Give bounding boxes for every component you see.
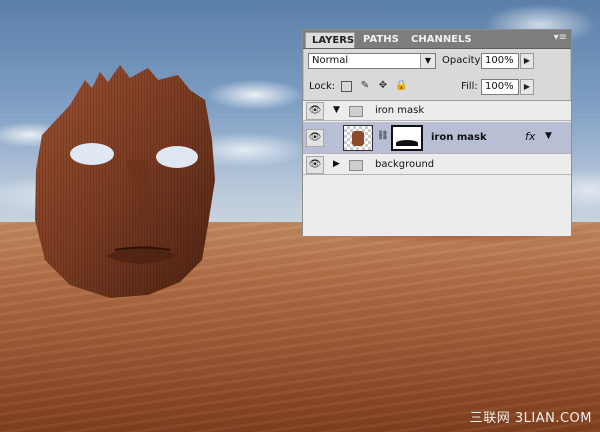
lock-label: Lock: <box>309 81 336 92</box>
layer-thumbnail <box>343 125 373 151</box>
layers-list: 👁 ▼ iron mask 👁 ⛓ iron mask fx ▼ 👁 ▶ bac… <box>303 100 571 236</box>
layer-row-iron-mask[interactable]: 👁 ⛓ iron mask fx ▼ <box>303 122 571 154</box>
panel-menu-icon[interactable]: ▾≡ <box>554 32 567 43</box>
chevron-down-icon[interactable]: ▼ <box>545 131 552 141</box>
layer-name: iron mask <box>375 105 425 116</box>
lock-paint-icon[interactable]: ✎ <box>359 80 371 92</box>
collapse-triangle-icon[interactable]: ▶ <box>333 159 340 169</box>
layer-name: background <box>375 159 435 170</box>
tab-channels[interactable]: CHANNELS <box>405 32 473 48</box>
blend-mode-dropdown[interactable]: Normal ▼ <box>308 53 436 69</box>
folder-icon <box>349 160 363 171</box>
fx-icon[interactable]: fx <box>525 130 535 143</box>
eye-icon[interactable]: 👁 <box>306 156 324 174</box>
opacity-label: Opacity: <box>442 55 484 66</box>
folder-icon <box>349 106 363 117</box>
opacity-input[interactable]: 100% <box>481 53 519 69</box>
layers-panel: LAYERS PATHS CHANNELS ▾≡ Normal ▼ Opacit… <box>302 29 572 236</box>
blend-mode-value: Normal <box>312 55 349 66</box>
lock-all-icon[interactable]: 🔒 <box>395 80 407 92</box>
lock-transparency-icon[interactable] <box>341 81 352 92</box>
iron-mask-image <box>35 65 215 298</box>
fill-label: Fill: <box>461 81 478 92</box>
layer-row-group-background[interactable]: 👁 ▶ background <box>303 155 571 175</box>
fill-input[interactable]: 100% <box>481 79 519 95</box>
watermark-text: 三联网 3LIAN.COM <box>469 411 592 426</box>
layer-row-group-iron-mask[interactable]: 👁 ▼ iron mask <box>303 101 571 121</box>
tab-layers[interactable]: LAYERS <box>305 32 355 48</box>
eye-icon[interactable]: 👁 <box>306 102 324 120</box>
panel-tab-bar: LAYERS PATHS CHANNELS ▾≡ <box>303 30 571 49</box>
chevron-down-icon[interactable]: ▼ <box>420 54 435 68</box>
fill-slider-arrow[interactable]: ▶ <box>520 79 534 95</box>
layer-mask-thumbnail[interactable] <box>391 125 423 151</box>
panel-fade <box>303 176 571 236</box>
layer-name: iron mask <box>431 132 487 143</box>
expand-triangle-icon[interactable]: ▼ <box>333 105 340 115</box>
tab-paths[interactable]: PATHS <box>357 32 403 48</box>
mask-link-icon[interactable]: ⛓ <box>377 131 388 141</box>
opacity-slider-arrow[interactable]: ▶ <box>520 53 534 69</box>
eye-icon[interactable]: 👁 <box>306 129 324 147</box>
lock-move-icon[interactable]: ✥ <box>377 80 389 92</box>
